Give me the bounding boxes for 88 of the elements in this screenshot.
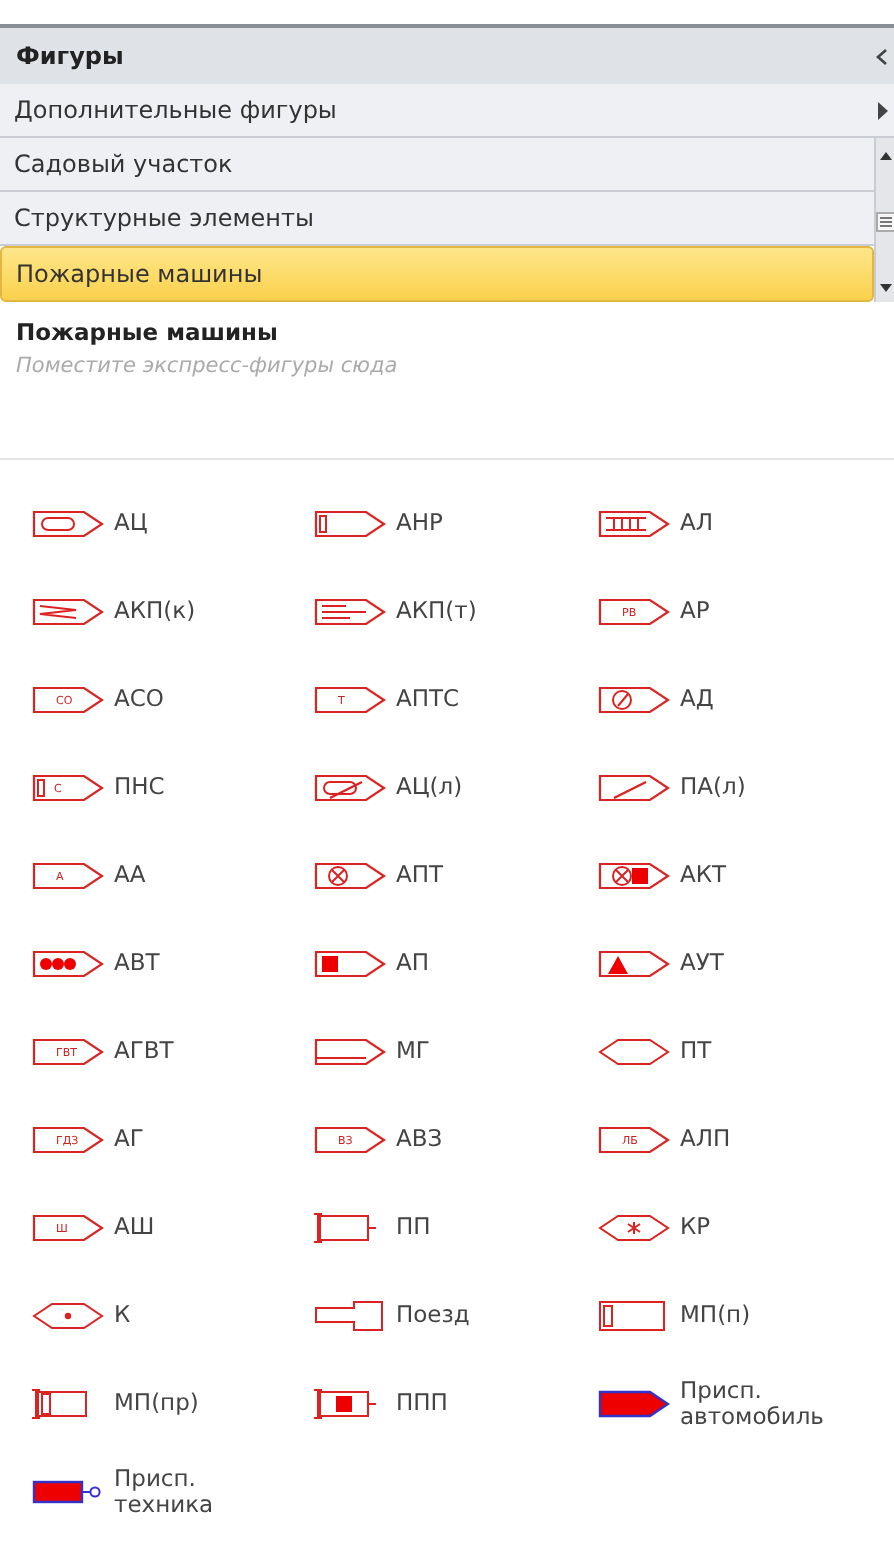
shape-label: ПА(л) — [680, 774, 746, 800]
shape-icon — [314, 509, 386, 537]
scroll-up-icon[interactable] — [877, 150, 893, 162]
shape-icon — [32, 509, 104, 537]
shape-item[interactable]: КР — [598, 1208, 894, 1246]
shape-icon — [598, 949, 670, 977]
shape-label: АГ — [114, 1126, 144, 1152]
submenu-arrow-icon — [878, 101, 888, 119]
stencil-item[interactable]: Садовый участок — [0, 138, 874, 192]
shape-item[interactable]: АКП(т) — [314, 592, 598, 630]
shape-icon — [598, 685, 670, 713]
shape-label: АД — [680, 686, 714, 712]
stencil-item[interactable]: Дополнительные фигуры — [0, 84, 894, 138]
shape-icon — [598, 1297, 670, 1333]
stencil-title: Пожарные машины — [16, 318, 280, 346]
shape-item[interactable]: К — [32, 1296, 314, 1334]
shape-item[interactable]: АКП(к) — [32, 592, 314, 630]
shape-item[interactable]: ПТ — [598, 1032, 894, 1070]
shape-item[interactable]: ППП — [314, 1384, 598, 1422]
shape-label: АНР — [396, 510, 443, 536]
shape-item[interactable]: МП(пр) — [32, 1384, 314, 1422]
shape-item[interactable]: АП — [314, 944, 598, 982]
shape-label: АЛП — [680, 1126, 731, 1152]
scrollbar[interactable] — [874, 138, 894, 302]
trailer-icon — [32, 1477, 104, 1505]
shape-icon — [598, 861, 670, 889]
shape-label: АУТ — [680, 950, 724, 976]
shape-label: МП(пр) — [114, 1390, 199, 1416]
shape-label: АП — [396, 950, 430, 976]
quick-shapes-drop-field[interactable]: Поместите экспресс-фигуры сюда — [16, 354, 456, 378]
shape-item[interactable]: АПТ — [314, 856, 598, 894]
shape-label: ПТ — [680, 1038, 712, 1064]
shape-label: АЦ(л) — [396, 774, 463, 800]
shape-icon — [314, 949, 386, 977]
shape-label: АПТС — [396, 686, 460, 712]
shape-icon — [32, 1301, 104, 1329]
shape-label: АПТ — [396, 862, 444, 888]
shape-label: АШ — [114, 1214, 155, 1240]
panel-title: Фигуры — [16, 42, 124, 70]
shape-item[interactable]: АКТ — [598, 856, 894, 894]
shape-label: ПНС — [114, 774, 165, 800]
shape-icon — [598, 773, 670, 801]
shape-icon — [32, 597, 104, 625]
shape-label: АЦ — [114, 510, 148, 536]
shape-label: АР — [680, 598, 710, 624]
shape-label: КР — [680, 1214, 711, 1240]
shape-icon — [598, 1037, 670, 1065]
shape-label: МГ — [396, 1038, 430, 1064]
shape-icon — [598, 1213, 670, 1241]
shape-label: АКТ — [680, 862, 727, 888]
shape-label: АГВТ — [114, 1038, 174, 1064]
shape-item[interactable]: ПП — [314, 1208, 598, 1246]
shape-item[interactable]: МП(п) — [598, 1296, 894, 1334]
shape-label: АКП(т) — [396, 598, 477, 624]
shape-item[interactable]: ПА(л) — [598, 768, 894, 806]
shape-item[interactable]: АУТ — [598, 944, 894, 982]
shape-label: АКП(к) — [114, 598, 196, 624]
shape-item[interactable]: АНР — [314, 504, 598, 542]
stencil-item[interactable]: Структурные элементы — [0, 192, 874, 246]
shape-item[interactable]: Поезд — [314, 1296, 598, 1334]
shape-label: АВЗ — [396, 1126, 443, 1152]
scroll-down-icon[interactable] — [877, 282, 893, 294]
shape-item[interactable]: АЦ — [32, 504, 314, 542]
shape-item[interactable]: МГ — [314, 1032, 598, 1070]
shape-label: Поезд — [396, 1302, 470, 1328]
shape-label: МП(п) — [680, 1302, 751, 1328]
stencil-item[interactable]: Пожарные машины — [0, 246, 874, 302]
shape-icon — [32, 949, 104, 977]
shape-icon — [314, 861, 386, 889]
shape-label: АВТ — [114, 950, 160, 976]
shape-item[interactable]: АЦ(л) — [314, 768, 598, 806]
shape-label: АЛ — [680, 510, 714, 536]
shape-icon — [598, 509, 670, 537]
shape-item[interactable]: АВТ — [32, 944, 314, 982]
shape-label: АСО — [114, 686, 164, 712]
shape-icon — [314, 1299, 386, 1331]
shape-icon — [314, 773, 386, 801]
shape-label: АА — [114, 862, 146, 888]
shape-label: К — [114, 1302, 131, 1328]
shape-item[interactable]: АД — [598, 680, 894, 718]
scroll-thumb-icon[interactable] — [875, 212, 894, 232]
shape-label: ППП — [396, 1390, 448, 1416]
shape-label: ПП — [396, 1214, 431, 1240]
shape-item[interactable]: АЛ — [598, 504, 894, 542]
collapse-icon[interactable] — [876, 47, 888, 65]
trailer-icon — [598, 1389, 670, 1417]
shape-icon — [314, 1037, 386, 1065]
shape-icon — [314, 597, 386, 625]
